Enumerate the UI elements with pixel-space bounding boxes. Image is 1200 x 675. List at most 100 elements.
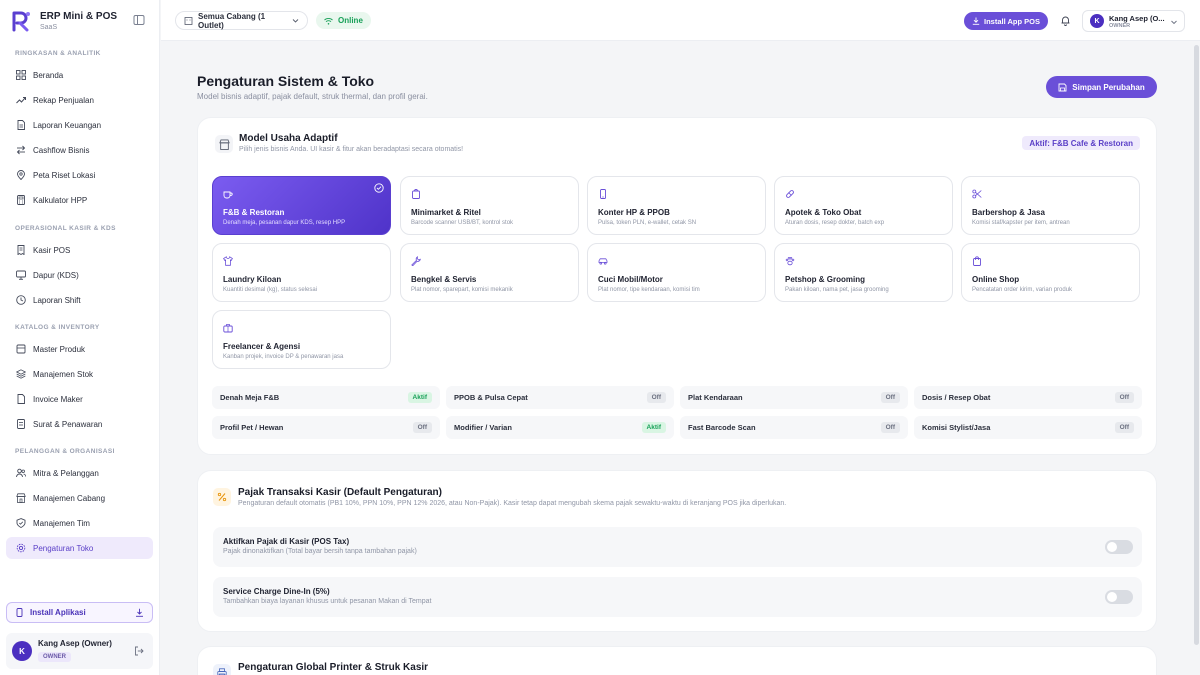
sidebar-item-label: Dapur (KDS)	[33, 270, 79, 280]
feature-status-badge: Off	[1114, 392, 1134, 403]
business-type-desc: Pencatatan order kirim, varian produk	[972, 287, 1073, 293]
save-icon	[1058, 83, 1067, 91]
sidebar-item-mitra-pelanggan[interactable]: Mitra & Pelanggan	[6, 462, 153, 484]
tax-row-desc: Tambahkan biaya layanan khusus untuk pes…	[223, 598, 432, 605]
store-icon	[215, 135, 233, 153]
sidebar-item-kalkulator-hpp[interactable]: Kalkulator HPP	[6, 189, 153, 211]
sidebar-item-manajemen-tim[interactable]: Manajemen Tim	[6, 512, 153, 534]
feature-status-badge: Off	[412, 422, 432, 433]
check-circle-icon	[374, 183, 384, 193]
arrows-exchange-icon	[16, 145, 26, 155]
sidebar-item-invoice-maker[interactable]: Invoice Maker	[6, 388, 153, 410]
sidebar-item-laporan-keuangan[interactable]: Laporan Keuangan	[6, 114, 153, 136]
business-type-fnb[interactable]: F&B & Restoran Denah meja, pesanan dapur…	[212, 176, 391, 235]
sidebar-item-manajemen-stok[interactable]: Manajemen Stok	[6, 363, 153, 385]
sidebar-item-label: Laporan Keuangan	[33, 120, 102, 130]
download-icon	[136, 608, 143, 617]
feature-status-badge: Off	[646, 392, 666, 403]
sidebar-item-label: Master Produk	[33, 344, 86, 354]
branch-selector-label: Semua Cabang (1 Outlet)	[198, 11, 266, 30]
tax-subtitle: Pengaturan default otomatis (PB1 10%, PP…	[238, 500, 787, 507]
page-title: Pengaturan Sistem & Toko	[197, 73, 375, 89]
business-type-name: F&B & Restoran	[223, 208, 285, 217]
pill-icon	[786, 190, 794, 198]
business-type-name: Online Shop	[972, 275, 1020, 284]
branch-selector[interactable]: Semua Cabang (1 Outlet)	[175, 11, 308, 30]
sidebar-item-beranda[interactable]: Beranda	[6, 64, 153, 86]
smartphone-icon	[600, 189, 606, 199]
feature-flag-modifier-varian: Modifier / Varian Aktif	[446, 416, 674, 439]
business-type-desc: Pulsa, token PLN, e-wallet, cetak SN	[598, 220, 697, 226]
feature-name: Fast Barcode Scan	[688, 423, 756, 432]
business-type-name: Bengkel & Servis	[411, 275, 477, 284]
nav-section-title: RINGKASAN & ANALITIK	[15, 50, 101, 57]
store-icon	[16, 493, 26, 503]
business-type-cuci-mobil[interactable]: Cuci Mobil/Motor Plat nomor, tipe kendar…	[587, 243, 766, 302]
sidebar-item-label: Manajemen Cabang	[33, 493, 106, 503]
nav-section-title: KATALOG & INVENTORY	[15, 324, 100, 331]
save-changes-button[interactable]: Simpan Perubahan	[1046, 76, 1157, 98]
business-type-barbershop[interactable]: Barbershop & Jasa Komisi staf/kapster pe…	[961, 176, 1140, 235]
feature-name: PPOB & Pulsa Cepat	[454, 393, 528, 402]
logout-icon[interactable]	[134, 646, 144, 656]
sidebar-item-pengaturan-toko[interactable]: Pengaturan Toko	[6, 537, 153, 559]
sidebar-item-laporan-shift[interactable]: Laporan Shift	[6, 289, 153, 311]
online-status-label: Online	[338, 16, 363, 25]
clock-icon	[16, 295, 26, 305]
business-type-desc: Pakan kiloan, nama pet, jasa grooming	[785, 287, 889, 293]
briefcase-icon	[223, 324, 233, 333]
sidebar-item-surat-penawaran[interactable]: Surat & Penawaran	[6, 413, 153, 435]
business-type-desc: Kanban projek, invoice DP & penawaran ja…	[223, 354, 344, 360]
pos-tax-toggle[interactable]	[1105, 540, 1133, 554]
business-type-bengkel[interactable]: Bengkel & Servis Plat nomor, sparepart, …	[400, 243, 579, 302]
business-type-minimarket[interactable]: Minimarket & Ritel Barcode scanner USB/B…	[400, 176, 579, 235]
feature-flag-profil-pet: Profil Pet / Hewan Off	[212, 416, 440, 439]
nav-section-title: OPERASIONAL KASIR & KDS	[15, 225, 116, 232]
paw-icon	[785, 257, 795, 266]
service-charge-toggle[interactable]	[1105, 590, 1133, 604]
topbar: Semua Cabang (1 Outlet) Online Install A…	[161, 0, 1200, 41]
feature-flag-dosis-resep: Dosis / Resep Obat Off	[914, 386, 1142, 409]
sidebar-collapse-icon[interactable]	[133, 14, 145, 26]
feature-name: Denah Meja F&B	[220, 393, 280, 402]
tax-row-name: Service Charge Dine-In (5%)	[223, 587, 330, 596]
business-model-card: Model Usaha Adaptif Pilih jenis bisnis A…	[197, 117, 1157, 455]
sidebar-item-label: Beranda	[33, 70, 64, 80]
sidebar-item-rekap-penjualan[interactable]: Rekap Penjualan	[6, 89, 153, 111]
brand[interactable]: ERP Mini & POS SaaS	[10, 9, 150, 33]
business-type-apotek[interactable]: Apotek & Toko Obat Aturan dosis, resep d…	[774, 176, 953, 235]
sidebar: ERP Mini & POS SaaS RINGKASAN & ANALITIK…	[0, 0, 160, 675]
business-type-freelancer[interactable]: Freelancer & Agensi Kanban projek, invoi…	[212, 310, 391, 369]
user-menu[interactable]: K Kang Asep (O... OWNER	[1082, 10, 1185, 32]
business-type-name: Minimarket & Ritel	[411, 208, 481, 217]
printer-settings-card: Pengaturan Global Printer & Struk Kasir	[197, 646, 1157, 675]
main-scrollbar[interactable]	[1193, 41, 1200, 675]
business-type-desc: Plat nomor, tipe kendaraan, komisi tim	[598, 287, 700, 293]
sidebar-item-kasir-pos[interactable]: Kasir POS	[6, 239, 153, 261]
scrollbar-thumb[interactable]	[1194, 45, 1199, 645]
monitor-icon	[16, 270, 26, 280]
feature-flag-denah-meja: Denah Meja F&B Aktif	[212, 386, 440, 409]
gear-icon	[16, 543, 26, 553]
sidebar-item-peta-riset-lokasi[interactable]: Peta Riset Lokasi	[6, 164, 153, 186]
business-type-online-shop[interactable]: Online Shop Pencatatan order kirim, vari…	[961, 243, 1140, 302]
business-type-name: Konter HP & PPOB	[598, 208, 670, 217]
install-app-sidebar-button[interactable]: Install Aplikasi	[6, 602, 153, 623]
sidebar-item-manajemen-cabang[interactable]: Manajemen Cabang	[6, 487, 153, 509]
bell-icon[interactable]	[1060, 15, 1071, 26]
business-type-name: Laundry Kiloan	[223, 275, 282, 284]
receipt-icon	[17, 245, 25, 255]
business-type-konter-hp[interactable]: Konter HP & PPOB Pulsa, token PLN, e-wal…	[587, 176, 766, 235]
smartphone-icon	[16, 608, 23, 617]
shopping-bag-icon	[973, 256, 981, 266]
tax-row-service-charge: Service Charge Dine-In (5%) Tambahkan bi…	[213, 577, 1142, 617]
install-app-pos-button[interactable]: Install App POS	[964, 12, 1048, 30]
sidebar-item-dapur-kds[interactable]: Dapur (KDS)	[6, 264, 153, 286]
sidebar-item-cashflow-bisnis[interactable]: Cashflow Bisnis	[6, 139, 153, 161]
printer-icon	[213, 664, 231, 675]
business-type-petshop[interactable]: Petshop & Grooming Pakan kiloan, nama pe…	[774, 243, 953, 302]
business-type-laundry[interactable]: Laundry Kiloan Kuantiti desimal (kg), st…	[212, 243, 391, 302]
sidebar-item-master-produk[interactable]: Master Produk	[6, 338, 153, 360]
document-icon	[17, 419, 25, 429]
grid-icon	[16, 70, 26, 80]
